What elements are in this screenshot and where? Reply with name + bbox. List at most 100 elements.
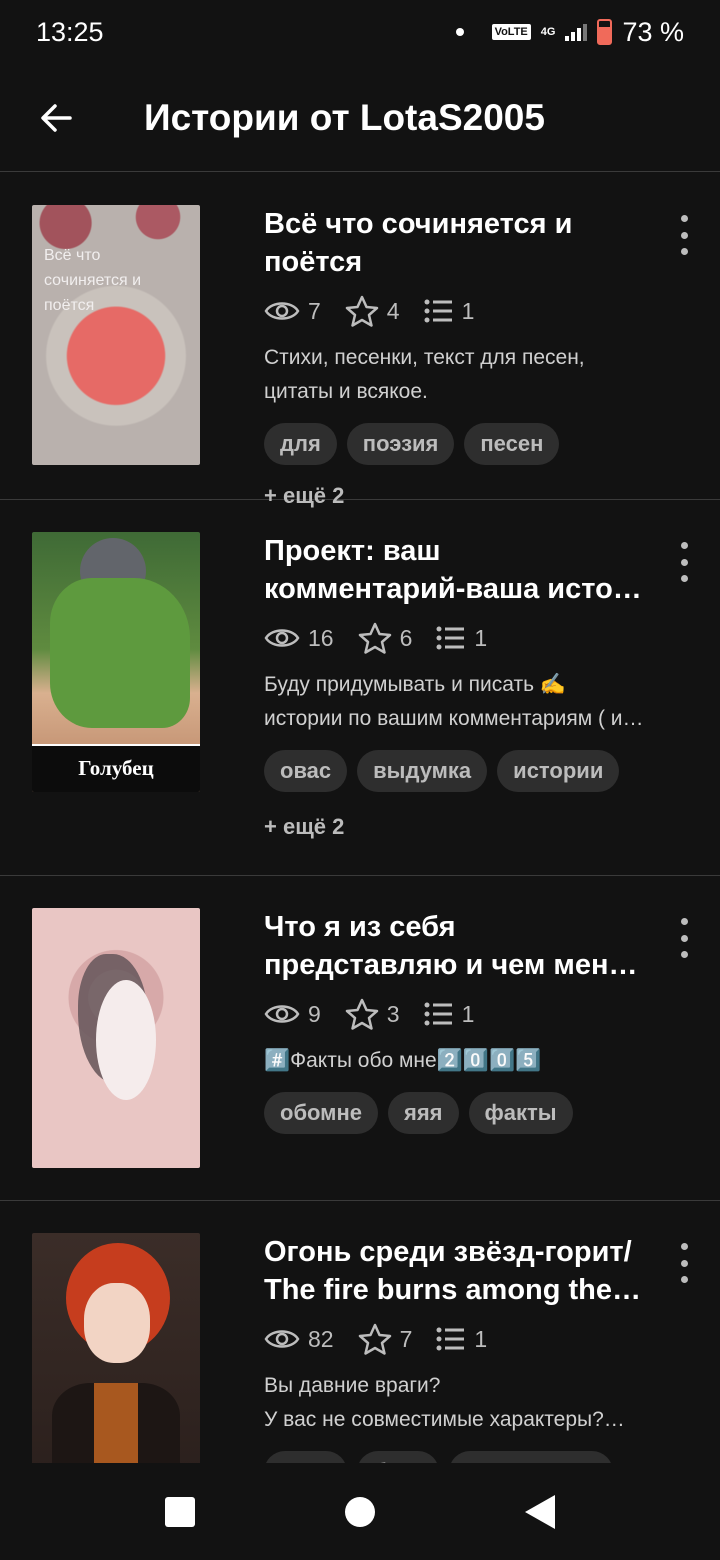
views-count: 82 — [308, 1325, 334, 1352]
votes-count: 4 — [386, 297, 400, 324]
eye-icon — [264, 1330, 300, 1348]
notification-dot-icon — [455, 28, 464, 36]
status-icons: VoLTE 4G 73 % — [455, 16, 684, 48]
story-title[interactable]: Что я из себя представляю и чем меня … — [264, 908, 644, 984]
star-icon — [345, 295, 379, 327]
eye-icon — [264, 629, 300, 647]
volte-icon: VoLTE — [491, 24, 531, 40]
story-description: Вы давние враги? У вас не совместимые ха… — [264, 1374, 625, 1431]
cover-text: Всё что сочиняется и поётся — [44, 247, 142, 314]
home-button[interactable] — [345, 1496, 375, 1527]
story-info: Что я из себя представляю и чем меня … 9… — [232, 908, 720, 1134]
network-type: 4G — [540, 26, 556, 38]
tag-chip[interactable]: факты — [468, 1092, 573, 1134]
story-title[interactable]: Проект: ваш комментарий-ваша исто… — [264, 532, 644, 608]
tag-list: доти брак розница в… — [264, 1451, 644, 1463]
list-icon — [436, 1327, 465, 1351]
signal-icon — [565, 23, 588, 41]
status-bar: 13:25 VoLTE 4G 73 % — [0, 0, 720, 64]
story-menu-button[interactable] — [672, 918, 696, 958]
tag-chip[interactable]: брак — [357, 1451, 440, 1463]
list-icon — [424, 1002, 452, 1026]
system-back-button[interactable] — [525, 1494, 555, 1529]
star-icon — [345, 998, 379, 1030]
eye-icon — [264, 1005, 300, 1023]
cover-text: Голубец — [78, 756, 154, 780]
parts-count: 1 — [474, 1325, 488, 1352]
list-icon — [424, 299, 452, 323]
story-cover[interactable] — [32, 908, 200, 1168]
views-count: 7 — [308, 297, 321, 324]
story-cover[interactable]: Всё что сочиняется и поётся — [32, 205, 200, 465]
views-stat: 9 — [264, 1001, 321, 1028]
votes-count: 6 — [399, 624, 413, 651]
tag-chip[interactable]: розница в… — [449, 1451, 614, 1463]
views-count: 16 — [308, 624, 334, 651]
star-icon — [358, 622, 391, 654]
story-info: Огонь среди звёзд-горит/ The fire burns … — [232, 1233, 720, 1463]
system-nav-bar — [0, 1463, 720, 1560]
tag-chip[interactable]: обомне — [264, 1092, 378, 1134]
tag-list: овас выдумка истории + ещё 2 — [264, 750, 644, 848]
battery-icon — [597, 19, 613, 45]
list-icon — [436, 626, 465, 650]
story-item[interactable]: Всё что сочиняется и поётся Всё что сочи… — [0, 173, 720, 508]
status-time: 13:25 — [36, 16, 104, 47]
story-menu-button[interactable] — [672, 215, 696, 255]
more-tags-link[interactable]: + ещё 2 — [264, 806, 344, 848]
parts-stat: 1 — [424, 297, 475, 325]
parts-stat: 1 — [436, 1326, 487, 1353]
votes-stat: 7 — [358, 1323, 413, 1355]
story-stats: 82 7 1 — [264, 1317, 644, 1361]
votes-stat: 6 — [358, 622, 413, 654]
story-stats: 16 6 1 — [264, 616, 644, 660]
story-stats: 7 4 1 — [264, 289, 644, 333]
parts-stat: 1 — [424, 1000, 475, 1028]
tag-list: обомне яяя факты — [264, 1092, 644, 1134]
story-menu-button[interactable] — [672, 542, 696, 582]
recent-apps-button[interactable] — [165, 1496, 195, 1527]
story-description: Буду придумывать и писать ✍️ истории по … — [264, 673, 623, 730]
votes-count: 7 — [399, 1325, 413, 1352]
page-title: Истории от LotaS2005 — [144, 96, 545, 138]
star-icon — [358, 1323, 391, 1355]
tag-chip[interactable]: выдумка — [357, 750, 488, 792]
tag-chip[interactable]: для — [264, 423, 337, 465]
views-count: 9 — [308, 1000, 321, 1027]
parts-count: 1 — [474, 624, 488, 651]
views-stat: 7 — [264, 298, 321, 325]
story-list: Всё что сочиняется и поётся Всё что сочи… — [0, 173, 720, 1463]
story-menu-button[interactable] — [672, 1243, 696, 1283]
views-stat: 82 — [264, 1326, 334, 1353]
tag-chip[interactable]: овас — [264, 750, 348, 792]
story-cover[interactable]: Голубец — [32, 532, 200, 792]
votes-stat: 4 — [345, 295, 400, 327]
eye-icon — [264, 302, 300, 320]
parts-stat: 1 — [436, 625, 487, 652]
story-stats: 9 3 1 — [264, 992, 644, 1036]
battery-percent: 73 % — [622, 16, 684, 47]
arrow-left-icon — [41, 103, 72, 132]
app-bar: Истории от LotaS2005 — [0, 64, 720, 172]
story-info: Всё что сочиняется и поётся 7 4 1 Стихи,… — [232, 205, 720, 517]
parts-count: 1 — [461, 297, 475, 324]
parts-count: 1 — [461, 1000, 475, 1027]
tag-chip[interactable]: поэзия — [346, 423, 455, 465]
tag-chip[interactable]: доти — [264, 1451, 348, 1463]
votes-count: 3 — [386, 1000, 400, 1027]
story-description: #️⃣Факты обо мне2️⃣0️⃣0️⃣5️⃣ — [264, 1049, 542, 1072]
story-cover[interactable] — [32, 1233, 200, 1463]
story-item[interactable]: Голубец Проект: ваш комментарий-ваша ист… — [0, 500, 720, 876]
tag-chip[interactable]: истории — [497, 750, 620, 792]
views-stat: 16 — [264, 625, 334, 652]
story-info: Проект: ваш комментарий-ваша исто… 16 6 … — [232, 532, 720, 848]
votes-stat: 3 — [345, 998, 400, 1030]
story-title[interactable]: Огонь среди звёзд-горит/ The fire burns … — [264, 1233, 644, 1309]
story-description: Стихи, песенки, текст для песен, цитаты … — [264, 346, 585, 403]
tag-chip[interactable]: песен — [464, 423, 560, 465]
back-button[interactable] — [0, 64, 112, 172]
story-title[interactable]: Всё что сочиняется и поётся — [264, 205, 644, 281]
story-item[interactable]: Что я из себя представляю и чем меня … 9… — [0, 876, 720, 1201]
story-item[interactable]: Огонь среди звёзд-горит/ The fire burns … — [0, 1201, 720, 1463]
tag-chip[interactable]: яяя — [387, 1092, 459, 1134]
